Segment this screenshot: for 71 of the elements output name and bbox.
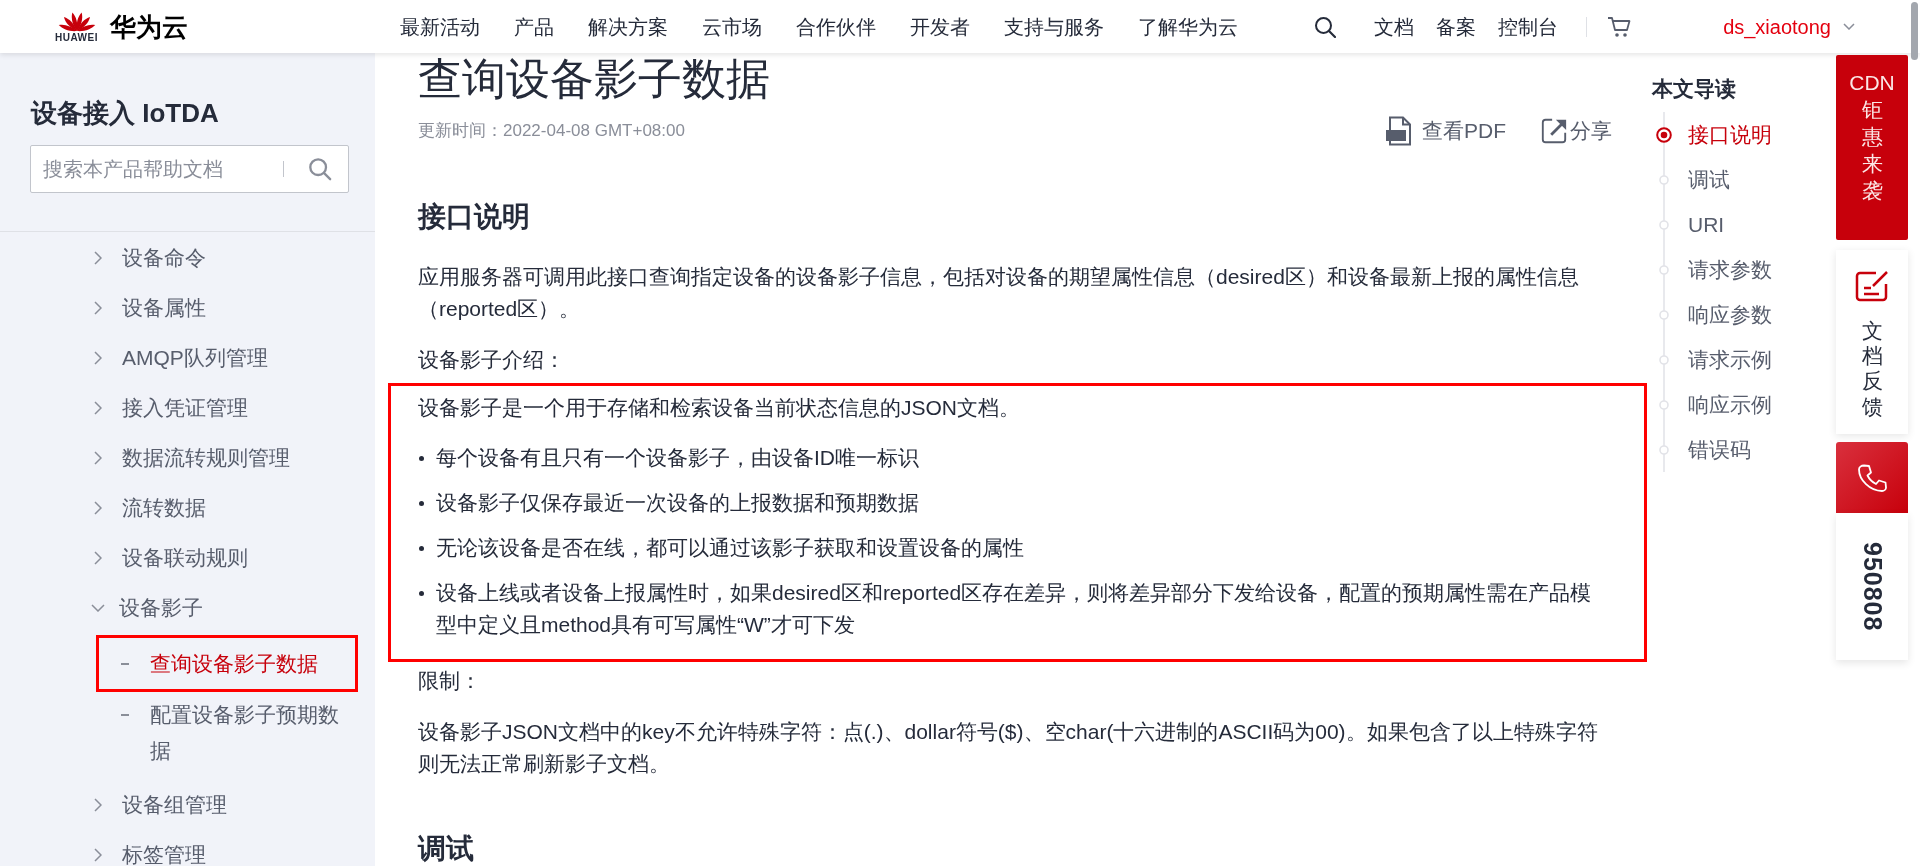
search-icon[interactable] <box>1314 15 1337 38</box>
caret-icon[interactable] <box>1843 23 1855 30</box>
toc-title: 本文导读 <box>1652 76 1736 102</box>
cart-icon[interactable] <box>1607 15 1632 38</box>
phone-icon <box>1857 462 1887 493</box>
toc-link[interactable]: 请求参数 <box>1656 247 1772 292</box>
account-name[interactable]: ds_xiaotong <box>1723 13 1831 40</box>
sidebar-item[interactable]: 数据流转规则管理 <box>93 448 290 468</box>
toc-link[interactable]: 响应参数 <box>1656 292 1772 337</box>
site-name[interactable]: 华为云 <box>110 10 188 43</box>
sidebar-item[interactable]: AMQP队列管理 <box>93 348 268 368</box>
search-field[interactable]: 搜索本产品帮助文档 <box>30 145 349 193</box>
sidebar-item[interactable]: 设备组管理 <box>93 795 227 815</box>
phone-button[interactable] <box>1836 442 1908 513</box>
nav-link[interactable]: 最新活动 <box>400 13 480 40</box>
sidebar-item[interactable]: 标签管理 <box>93 845 206 865</box>
nav-link[interactable]: 支持与服务 <box>1004 13 1104 40</box>
nav-link[interactable]: 了解华为云 <box>1138 13 1238 40</box>
brand-text: HUAWEI <box>55 31 98 44</box>
scrollbar-thumb[interactable] <box>1911 2 1918 60</box>
sidebar-subitem[interactable]: 配置设备影子预期数据 <box>121 697 355 769</box>
nav-link[interactable]: 合作伙伴 <box>796 13 876 40</box>
list-item-text: 每个设备有且只有一个设备影子，由设备ID唯一标识 <box>436 445 919 471</box>
toc-link[interactable]: 调试 <box>1656 157 1730 202</box>
product-title: 设备接入 IoTDA <box>31 98 219 128</box>
update-time: 更新时间：2022-04-08 GMT+08:00 <box>418 120 685 142</box>
top-link[interactable]: 备案 <box>1436 13 1477 40</box>
share-icon <box>1540 116 1568 146</box>
paragraph: 设备影子介绍： <box>418 347 566 373</box>
sidebar-item[interactable]: 设备联动规则 <box>93 548 248 568</box>
paragraph: 设备影子是一个用于存储和检索设备当前状态信息的JSON文档。 <box>418 395 1021 421</box>
dash-icon <box>121 663 129 665</box>
promo-card[interactable]: CDN 钜惠来袭 <box>1836 55 1908 240</box>
toc-link[interactable]: 错误码 <box>1656 427 1751 472</box>
toc-link[interactable]: 接口说明 <box>1656 112 1772 157</box>
top-link[interactable]: 控制台 <box>1498 13 1559 40</box>
share-button[interactable]: 分享 <box>1540 116 1612 146</box>
bullet-dot-icon <box>419 456 424 461</box>
dash-icon <box>121 714 129 716</box>
paragraph: 设备影子JSON文档中的key不允许特殊字符：点(.)、dollar符号($)、空char(十六进制的ASCII码为00)。如果包含了以上特殊字符则无法正常刷新影子文档。 <box>418 719 1599 777</box>
sidebar-item[interactable]: 流转数据 <box>93 498 206 518</box>
list-item-text: 设备影子仅保存最近一次设备的上报数据和预期数据 <box>436 490 919 516</box>
section-heading: 接口说明 <box>418 201 531 233</box>
section-heading: 调试 <box>418 833 475 865</box>
list-item-text: 设备上线或者设备上报属性时，如果desired区和reported区存在差异，则将差异部分下发给设备，配置的预期属性需在产品模型中定义且method具有可写属性“W”才可下发 <box>436 580 1593 638</box>
paragraph: 应用服务器可调用此接口查询指定设备的设备影子信息，包括对设备的期望属性信息（desired区）和设备最新上报的属性信息（reported区）。 <box>418 264 1580 322</box>
paragraph: 限制： <box>418 668 482 694</box>
nav-link[interactable]: 产品 <box>514 13 554 40</box>
hotline-number: 950808 <box>1857 541 1887 632</box>
toc-link[interactable]: 响应示例 <box>1656 382 1772 427</box>
note-edit-icon <box>1855 270 1889 302</box>
radio-dot-icon <box>1656 126 1672 143</box>
sidebar-subitem[interactable]: 查询设备影子数据 <box>121 646 318 682</box>
sidebar-item[interactable]: 设备命令 <box>93 248 206 268</box>
bullet-dot-icon <box>419 501 424 506</box>
nav-link[interactable]: 解决方案 <box>588 13 668 40</box>
bullet-dot-icon <box>419 591 424 596</box>
file-icon <box>1385 116 1413 146</box>
feedback-button[interactable]: 文档反馈 <box>1836 250 1908 434</box>
bullet-dot-icon <box>419 546 424 551</box>
nav-link[interactable]: 云市场 <box>702 13 762 40</box>
page-title: 查询设备影子数据 <box>418 53 771 105</box>
sidebar-item[interactable]: 接入凭证管理 <box>93 398 248 418</box>
top-link[interactable]: 文档 <box>1374 13 1415 40</box>
toc-link[interactable]: URI <box>1656 202 1725 247</box>
list-item-text: 无论该设备是否在线，都可以通过该影子获取和设置设备的属性 <box>436 535 1024 561</box>
nav-link[interactable]: 开发者 <box>910 13 970 40</box>
view-pdf-button[interactable]: 查看PDF <box>1385 116 1506 146</box>
sidebar-item[interactable]: 设备影子 <box>93 598 203 618</box>
toc-link[interactable]: 请求示例 <box>1656 337 1772 382</box>
sidebar-item[interactable]: 设备属性 <box>93 298 206 318</box>
